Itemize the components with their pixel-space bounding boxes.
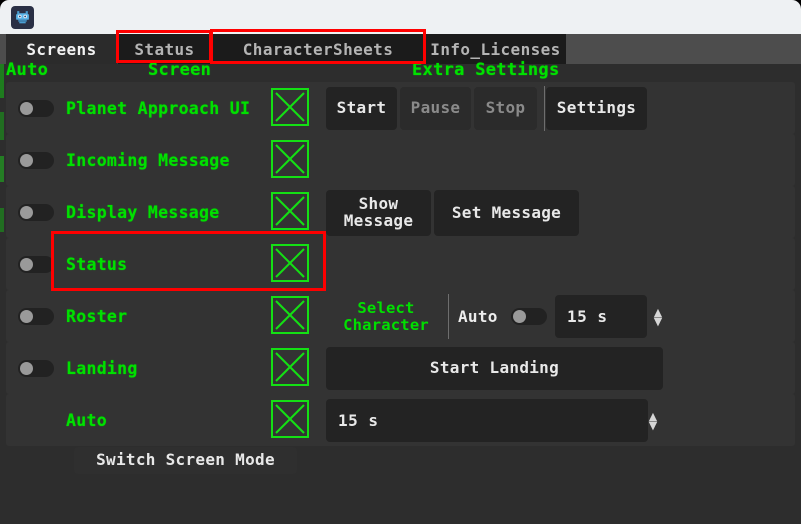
toggle-status[interactable] xyxy=(18,256,54,273)
toggle-incoming-message[interactable] xyxy=(18,152,54,169)
auto-spinbox-arrows[interactable]: ▲ ▼ xyxy=(647,411,659,431)
checkbox-status[interactable] xyxy=(271,244,309,282)
toggle-knob xyxy=(20,154,33,167)
tab-bar: Screens Status CharacterSheets Info_Lice… xyxy=(0,34,801,64)
row-incoming-message: Incoming Message xyxy=(6,134,795,186)
roster-spinbox-arrows[interactable]: ▲ ▼ xyxy=(652,307,664,327)
checkbox-landing[interactable] xyxy=(271,348,309,386)
set-message-button[interactable]: Set Message xyxy=(434,190,579,236)
row-landing: Landing Start Landing xyxy=(6,342,795,394)
show-message-button[interactable]: Show Message xyxy=(326,190,431,236)
row-label-auto: Auto xyxy=(66,411,107,430)
auto-interval-spinbox[interactable]: 15 s xyxy=(326,399,648,442)
settings-divider xyxy=(544,86,545,131)
row-label-planet-approach-ui: Planet Approach UI xyxy=(66,99,251,118)
switch-screen-mode-button[interactable]: Switch Screen Mode xyxy=(74,447,297,474)
roster-interval-spinbox[interactable]: 15 s xyxy=(555,295,647,338)
start-landing-button[interactable]: Start Landing xyxy=(326,347,663,390)
row-label-roster: Roster xyxy=(66,307,128,326)
checkbox-planet-approach-ui[interactable] xyxy=(271,88,309,126)
roster-auto-label: Auto xyxy=(458,307,498,326)
left-edge-indicator xyxy=(0,64,4,524)
screens-panel: Auto Screen Extra Settings Planet Approa… xyxy=(0,60,801,524)
column-header-auto: Auto xyxy=(6,60,49,80)
pause-button[interactable]: Pause xyxy=(400,87,471,130)
select-character-label[interactable]: Select Character xyxy=(333,300,439,334)
column-header-screen: Screen xyxy=(148,60,212,80)
tab-charactersheets[interactable]: CharacterSheets xyxy=(211,34,424,64)
godot-robot-icon xyxy=(11,6,34,29)
toggle-roster[interactable] xyxy=(18,308,54,325)
settings-button[interactable]: Settings xyxy=(546,87,647,130)
checkbox-auto[interactable] xyxy=(271,400,309,438)
application-window: Screens Status CharacterSheets Info_Lice… xyxy=(0,0,801,524)
toggle-planet-approach-ui[interactable] xyxy=(18,100,54,117)
row-status: Status xyxy=(6,238,795,290)
row-planet-approach-ui: Planet Approach UI Start Pause Stop Sett… xyxy=(6,82,795,134)
row-roster: Roster Select Character Auto 15 s ▲ ▼ xyxy=(6,290,795,342)
toggle-knob xyxy=(20,310,33,323)
toggle-knob xyxy=(513,310,526,323)
toggle-knob xyxy=(20,102,33,115)
checkbox-incoming-message[interactable] xyxy=(271,140,309,178)
toggle-knob xyxy=(20,362,33,375)
toggle-display-message[interactable] xyxy=(18,204,54,221)
row-label-status: Status xyxy=(66,255,128,274)
column-header-extra-settings: Extra Settings xyxy=(412,60,560,80)
row-auto: Auto 15 s ▲ ▼ xyxy=(6,394,795,446)
row-label-incoming-message: Incoming Message xyxy=(66,151,230,170)
toggle-landing[interactable] xyxy=(18,360,54,377)
row-label-display-message: Display Message xyxy=(66,203,220,222)
start-button[interactable]: Start xyxy=(326,87,397,130)
stop-button[interactable]: Stop xyxy=(474,87,537,130)
window-titlebar xyxy=(0,0,801,34)
toggle-roster-auto[interactable] xyxy=(511,308,547,325)
toggle-knob xyxy=(20,206,33,219)
checkbox-display-message[interactable] xyxy=(271,192,309,230)
row-label-landing: Landing xyxy=(66,359,138,378)
row-display-message: Display Message Show Message Set Message xyxy=(6,186,795,238)
toggle-knob xyxy=(20,258,33,271)
roster-divider xyxy=(448,294,449,339)
checkbox-roster[interactable] xyxy=(271,296,309,334)
